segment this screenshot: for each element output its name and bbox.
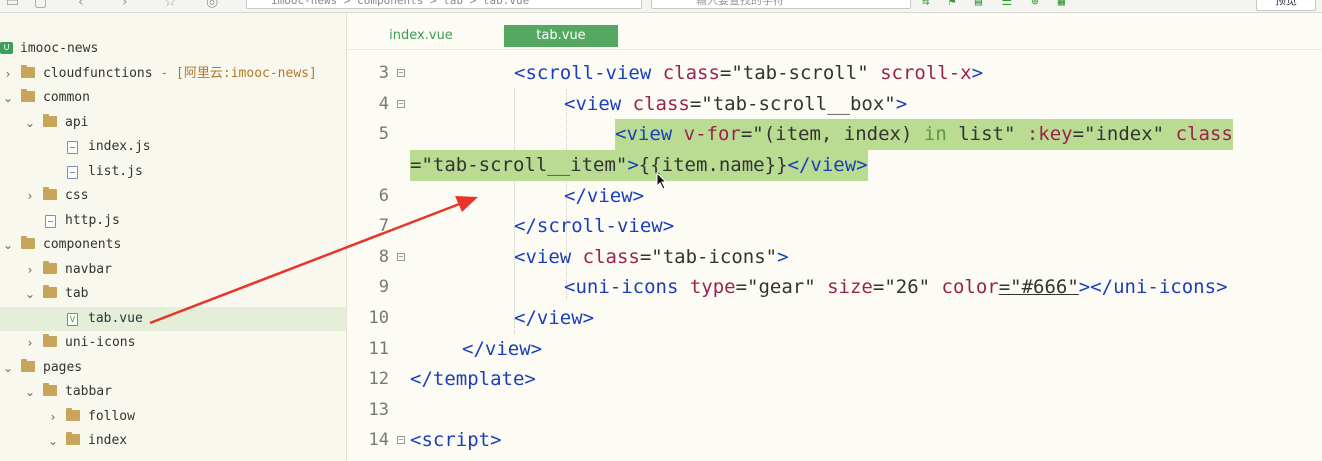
chevron-right-icon[interactable]: › (2, 62, 14, 86)
code-line-7[interactable]: 7 </scroll-view> (347, 211, 1322, 242)
run-icon[interactable]: ◎ (206, 0, 218, 10)
folder-icon (43, 334, 57, 347)
tree-item-index-js[interactable]: index.js (0, 135, 346, 159)
folder-icon (43, 114, 57, 127)
project-explorer: U imooc-news › cloudfunctions - [阿里云:imo… (0, 13, 347, 461)
code-line-10[interactable]: 10 </view> (347, 303, 1322, 334)
top-toolbar: ▭ ▢ ‹ › ☆ ◎ imooc-news > components > ta… (0, 0, 1322, 13)
cloud-folder-icon (21, 65, 35, 78)
chevron-down-icon[interactable]: ⌄ (2, 356, 14, 380)
chevron-right-icon[interactable]: › (47, 405, 59, 429)
chevron-right-icon[interactable]: › (24, 184, 36, 208)
fold-toggle-icon[interactable]: − (397, 69, 405, 77)
chevron-right-icon[interactable]: › (24, 258, 36, 282)
tree-item-imooc-news[interactable]: U imooc-news (0, 37, 346, 61)
mouse-cursor-icon (656, 172, 668, 190)
js-file-icon (67, 141, 78, 154)
folder-icon (43, 261, 57, 274)
code-line-9[interactable]: 9 <uni-icons type="gear" size="26" color… (347, 272, 1322, 303)
tree-item-follow[interactable]: › follow (0, 405, 346, 429)
js-file-icon (45, 215, 56, 228)
code-line-14[interactable]: 14 − <script> (347, 425, 1322, 456)
tree-item-common[interactable]: ⌄ common (0, 86, 346, 110)
file-path-breadcrumb[interactable]: imooc-news > components > tab > tab.vue (246, 0, 642, 9)
code-editor[interactable]: index.vue tab.vue 3 − <scroll-view class… (347, 13, 1322, 461)
code-line-12[interactable]: 12 </template> (347, 364, 1322, 395)
js-file-icon (67, 166, 78, 179)
folder-icon (43, 383, 57, 396)
project-icon: U (0, 42, 13, 54)
tree-item-list-js[interactable]: list.js (0, 160, 346, 184)
tree-item-index[interactable]: ⌄ index (0, 429, 346, 453)
fold-toggle-icon[interactable]: − (397, 253, 405, 261)
code-line-3[interactable]: 3 − <scroll-view class="tab-scroll" scro… (347, 58, 1322, 89)
chevron-right-icon[interactable]: › (24, 331, 36, 355)
tree-item-api[interactable]: ⌄ api (0, 111, 346, 135)
save-icon[interactable]: ▢ (34, 0, 47, 10)
tree-item-components[interactable]: ⌄ components (0, 233, 346, 257)
selected-code: ="tab-scroll__item">{{item.name}}</view> (410, 150, 868, 181)
folder-icon (21, 359, 35, 372)
tree-item-tab[interactable]: ⌄ tab (0, 282, 346, 306)
preview-button[interactable]: 预览 (1256, 0, 1316, 11)
folder-icon (43, 285, 57, 298)
back-icon[interactable]: ‹ (78, 0, 84, 10)
folder-icon (43, 187, 57, 200)
chevron-down-icon[interactable]: ⌄ (2, 233, 14, 257)
chevron-down-icon[interactable]: ⌄ (2, 86, 14, 110)
selected-code: <view v-for="(item, index) in list" :key… (615, 119, 1233, 150)
code-line-4[interactable]: 4 − <view class="tab-scroll__box"> (347, 89, 1322, 120)
code-line-6[interactable]: 6 </view> (347, 181, 1322, 212)
editor-tabs: index.vue tab.vue (347, 13, 1322, 53)
folder-icon (66, 408, 80, 421)
tree-item-tabbar[interactable]: ⌄ tabbar (0, 380, 346, 404)
tab-tab-vue[interactable]: tab.vue (504, 25, 618, 47)
folder-icon (66, 432, 80, 445)
tree-item-uni-icons[interactable]: › uni-icons (0, 331, 346, 355)
code-line-11[interactable]: 11 </view> (347, 334, 1322, 365)
tree-item-navbar[interactable]: › navbar (0, 258, 346, 282)
fold-toggle-icon[interactable]: − (397, 436, 405, 444)
tree-item-tab-vue[interactable]: V tab.vue (0, 307, 346, 331)
chevron-down-icon[interactable]: ⌄ (24, 111, 36, 135)
vue-file-icon: V (67, 313, 78, 326)
tab-divider (347, 49, 1322, 50)
code-line-8[interactable]: 8 − <view class="tab-icons"> (347, 242, 1322, 273)
tree-item-cloudfunctions[interactable]: › cloudfunctions - [阿里云:imooc-news] (0, 62, 346, 86)
code-line-5[interactable]: 5 <view v-for="(item, index) in list" :k… (347, 119, 1322, 150)
folder-icon (21, 89, 35, 102)
chevron-down-icon[interactable]: ⌄ (24, 282, 36, 306)
chevron-down-icon[interactable]: ⌄ (47, 429, 59, 453)
code-line-13[interactable]: 13 (347, 395, 1322, 426)
tree-item-pages[interactable]: ⌄ pages (0, 356, 346, 380)
fold-toggle-icon[interactable]: − (397, 100, 405, 108)
chevron-down-icon[interactable]: ⌄ (24, 380, 36, 404)
toolbar-actions[interactable]: ⇆ ⚑ ▤ ☰ ⊕ ▦ (922, 0, 1222, 8)
search-input[interactable]: 输入要查找的字符 (651, 0, 911, 9)
tree-item-http-js[interactable]: http.js (0, 209, 346, 233)
tab-index-vue[interactable]: index.vue (383, 25, 459, 47)
code-line-5-wrap[interactable]: ="tab-scroll__item">{{item.name}}</view> (347, 150, 1322, 181)
folder-icon (21, 236, 35, 249)
menu-icon[interactable]: ▭ (6, 0, 19, 10)
forward-icon[interactable]: › (122, 0, 128, 10)
tree-item-css[interactable]: › css (0, 184, 346, 208)
star-icon[interactable]: ☆ (164, 0, 177, 10)
